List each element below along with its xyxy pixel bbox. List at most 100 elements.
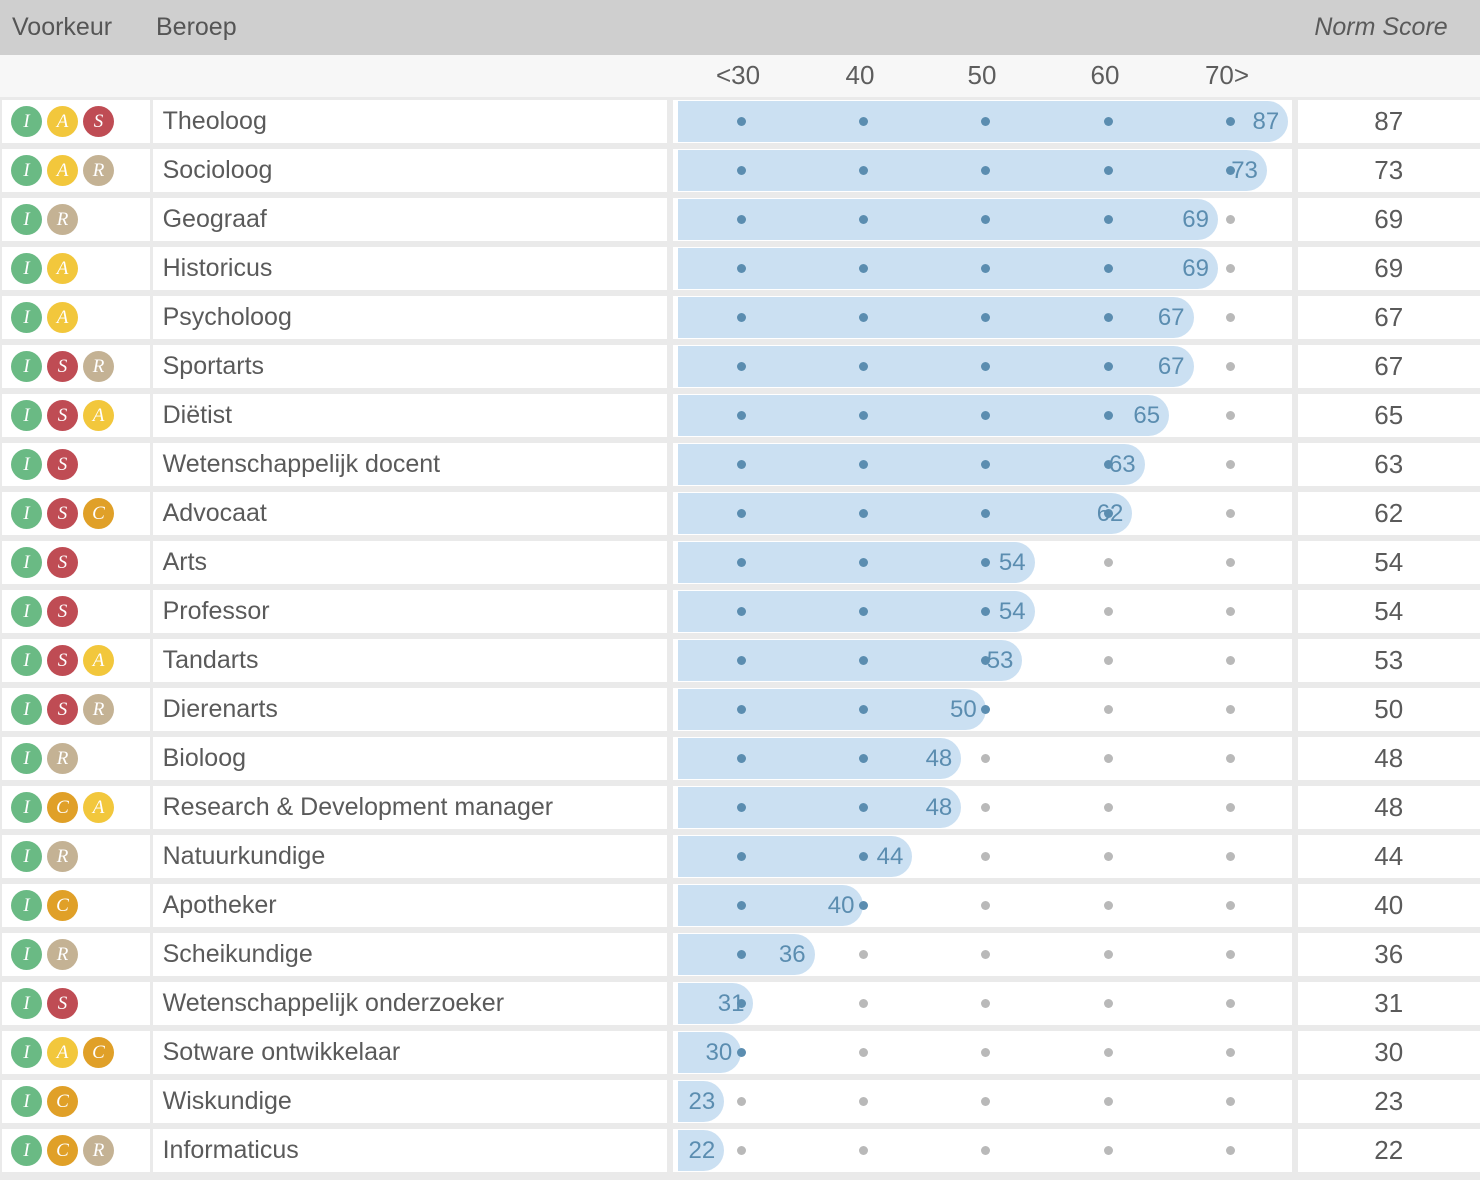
riasec-badge-i-icon: I [11, 400, 42, 431]
score-bar-fill [678, 346, 1193, 387]
voorkeur-cell: IC [2, 1080, 150, 1123]
riasec-badge-a-icon: A [47, 302, 78, 333]
riasec-badge-c-icon: C [47, 890, 78, 921]
table-row[interactable]: ISRDierenarts5050 [0, 688, 1480, 731]
scale-dot [981, 901, 990, 910]
scale-dot [1104, 852, 1113, 861]
table-row[interactable]: IACSotware ontwikkelaar3030 [0, 1031, 1480, 1074]
voorkeur-cell: IS [2, 443, 150, 486]
score-bar-fill [678, 199, 1218, 240]
table-row[interactable]: ICApotheker4040 [0, 884, 1480, 927]
scale-dot [737, 509, 746, 518]
table-row[interactable]: IRBioloog4848 [0, 737, 1480, 780]
scale-dot [981, 362, 990, 371]
score-bar-cell: 30 [673, 1031, 1291, 1074]
score-bar-cell: 54 [673, 541, 1291, 584]
riasec-badge-r-icon: R [47, 841, 78, 872]
scale-tick-label: 50 [968, 60, 997, 91]
bar-value-label: 22 [689, 1129, 725, 1172]
table-row[interactable]: IASTheoloog8787 [0, 100, 1480, 143]
score-bar-cell: 65 [673, 394, 1291, 437]
beroep-label: Historicus [153, 247, 668, 290]
voorkeur-cell: IS [2, 982, 150, 1025]
scale-dot [737, 1146, 746, 1155]
scale-dot [1226, 215, 1235, 224]
score-bar-cell: 69 [673, 247, 1291, 290]
bar-track: 65 [678, 394, 1288, 437]
scale-dot [1104, 803, 1113, 812]
table-row[interactable]: ISWetenschappelijk onderzoeker3131 [0, 982, 1480, 1025]
scale-dot [859, 362, 868, 371]
score-bar-fill [678, 738, 961, 779]
beroep-label: Wetenschappelijk docent [153, 443, 668, 486]
riasec-badge-a-icon: A [47, 1037, 78, 1068]
scale-dot [737, 1097, 746, 1106]
bar-value-label: 54 [999, 541, 1035, 584]
riasec-badge-i-icon: I [11, 792, 42, 823]
norm-score-value: 40 [1298, 884, 1480, 927]
scale-dot [859, 803, 868, 812]
scale-dot [859, 656, 868, 665]
norm-score-value: 65 [1298, 394, 1480, 437]
scale-dot [737, 362, 746, 371]
beroep-label: Apotheker [153, 884, 668, 927]
table-row[interactable]: IRNatuurkundige4444 [0, 835, 1480, 878]
table-row[interactable]: ICRInformaticus2222 [0, 1129, 1480, 1172]
table-row[interactable]: IAHistoricus6969 [0, 247, 1480, 290]
riasec-badge-r-icon: R [47, 743, 78, 774]
bar-value-label: 53 [987, 639, 1023, 682]
beroep-label: Sotware ontwikkelaar [153, 1031, 668, 1074]
voorkeur-cell: IR [2, 198, 150, 241]
voorkeur-cell: ICA [2, 786, 150, 829]
table-row[interactable]: ISRSportarts6767 [0, 345, 1480, 388]
riasec-badge-a-icon: A [83, 645, 114, 676]
bar-track: 30 [678, 1031, 1288, 1074]
table-row[interactable]: ICAResearch & Development manager4848 [0, 786, 1480, 829]
table-row[interactable]: ISProfessor5454 [0, 590, 1480, 633]
beroep-label: Wiskundige [153, 1080, 668, 1123]
scale-dot [1226, 264, 1235, 273]
score-bar-cell: 48 [673, 737, 1291, 780]
scale-dot [859, 558, 868, 567]
table-row[interactable]: ISCAdvocaat6262 [0, 492, 1480, 535]
riasec-badge-i-icon: I [11, 1037, 42, 1068]
riasec-badge-i-icon: I [11, 596, 42, 627]
scale-dot [859, 1097, 868, 1106]
scale-dot [981, 999, 990, 1008]
norm-score-value: 67 [1298, 345, 1480, 388]
bar-value-label: 73 [1231, 149, 1267, 192]
riasec-badge-c-icon: C [47, 792, 78, 823]
table-row[interactable]: ICWiskundige2323 [0, 1080, 1480, 1123]
voorkeur-cell: ICR [2, 1129, 150, 1172]
scale-dot [1104, 117, 1113, 126]
table-row[interactable]: IRGeograaf6969 [0, 198, 1480, 241]
norm-score-value: 69 [1298, 198, 1480, 241]
table-row[interactable]: ISADiëtist6565 [0, 394, 1480, 437]
riasec-badge-s-icon: S [47, 351, 78, 382]
table-row[interactable]: ISArts5454 [0, 541, 1480, 584]
scale-tick-label: 40 [846, 60, 875, 91]
riasec-badge-c-icon: C [47, 1086, 78, 1117]
bar-value-label: 54 [999, 590, 1035, 633]
bar-track: 69 [678, 247, 1288, 290]
beroep-label: Professor [153, 590, 668, 633]
table-row[interactable]: ISWetenschappelijk docent6363 [0, 443, 1480, 486]
voorkeur-cell: IR [2, 835, 150, 878]
scale-dot [1226, 1097, 1235, 1106]
table-row[interactable]: IAPsycholoog6767 [0, 296, 1480, 339]
bar-track: 62 [678, 492, 1288, 535]
riasec-badge-i-icon: I [11, 645, 42, 676]
riasec-badge-i-icon: I [11, 1135, 42, 1166]
scale-dot [981, 607, 990, 616]
table-row[interactable]: ISATandarts5353 [0, 639, 1480, 682]
bar-track: 31 [678, 982, 1288, 1025]
scale-dot [737, 117, 746, 126]
scale-dot [737, 803, 746, 812]
scale-dot [1104, 999, 1113, 1008]
table-row[interactable]: IARSocioloog7373 [0, 149, 1480, 192]
norm-score-value: 48 [1298, 737, 1480, 780]
scale-dot [859, 705, 868, 714]
table-row[interactable]: IRScheikundige3636 [0, 933, 1480, 976]
voorkeur-cell: ISC [2, 492, 150, 535]
beroep-label: Wetenschappelijk onderzoeker [153, 982, 668, 1025]
